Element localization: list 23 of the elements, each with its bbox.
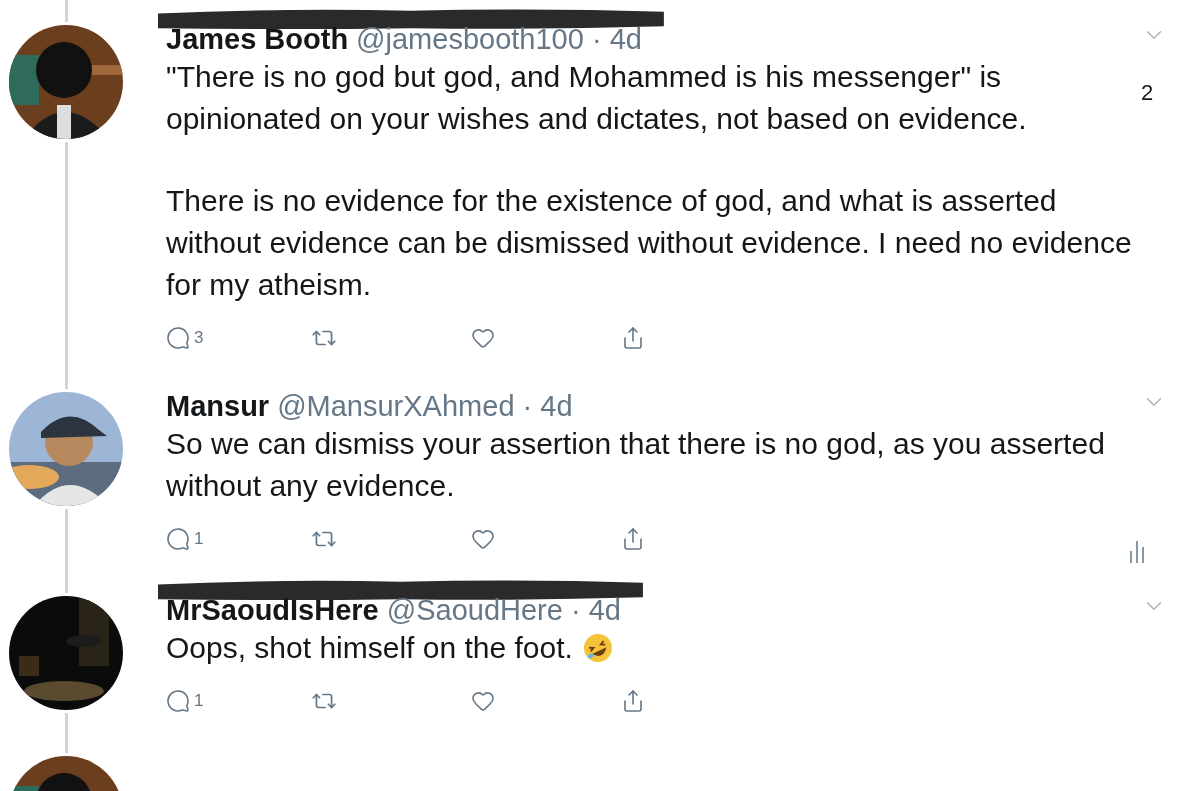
heart-icon (471, 689, 495, 714)
handle-and-time: @jamesbooth100 · 4d (356, 22, 642, 56)
analytics-icon[interactable] (1129, 541, 1145, 564)
reply-button[interactable]: 1 (166, 526, 311, 551)
comment-icon (166, 689, 190, 714)
share-icon (621, 326, 645, 350)
tweet-text: Oops, shot himself on the foot. (166, 627, 1141, 670)
share-icon (621, 526, 645, 551)
share-icon (621, 689, 645, 714)
user-name: MrSaoudIsHere (166, 593, 379, 628)
handle-and-time: @SaoudHere · 4d (386, 593, 621, 628)
reply-button[interactable]: 3 (166, 326, 311, 350)
user-name: James Booth (166, 22, 349, 56)
tweet-text: "There is no god but god, and Mohammed is his messenger" is opinionated on your wishes and dictates, not based on evidence. (166, 59, 1028, 137)
reply-count: 2 (1141, 80, 1154, 106)
handle-and-time: @MansurXAhmed · 4d (277, 388, 573, 423)
tweet-text: There is no evidence for the existence of god, and what is asserted without evidence can be dismissed without evidence. I need no evidence for my atheism. (166, 183, 1133, 303)
tweet-text: So we can dismiss your assertion that there is no god, as you asserted without any evidence. (166, 425, 1106, 504)
heart-icon (471, 326, 495, 350)
comment-icon (166, 526, 190, 551)
comment-icon (166, 326, 190, 350)
user-name: Mansur (166, 388, 270, 423)
reply-button[interactable]: 1 (166, 689, 311, 714)
